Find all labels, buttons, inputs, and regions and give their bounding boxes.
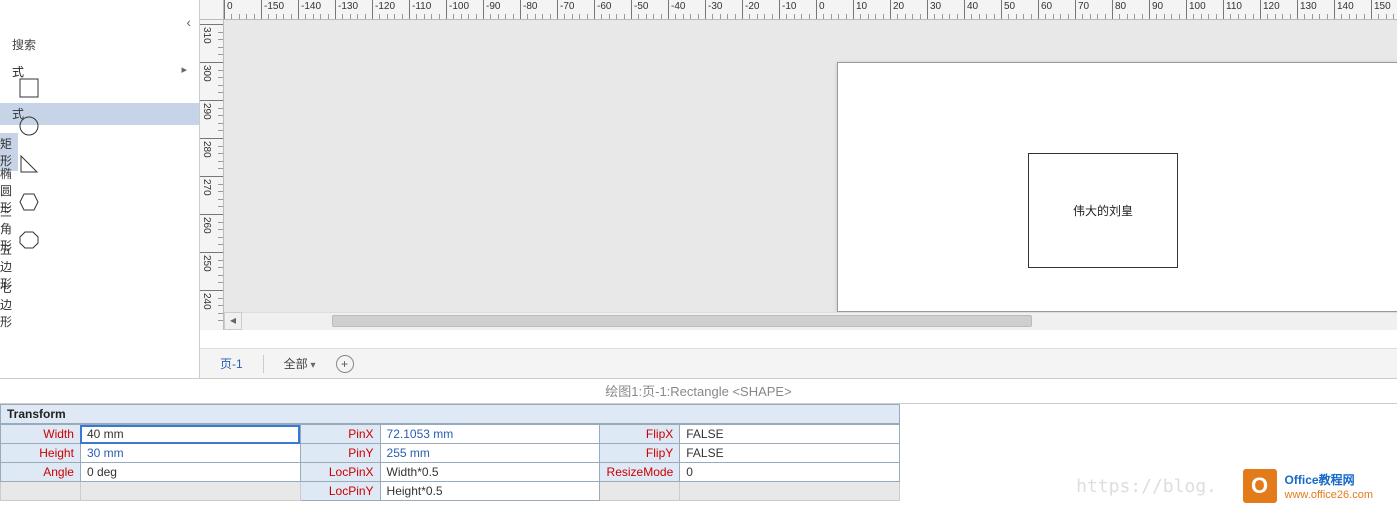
shape-rectangle-instance[interactable]: 伟大的刘皇	[1028, 153, 1178, 268]
vertical-ruler[interactable]: 310300290280270260250240	[200, 20, 224, 330]
label-resizemode: ResizeMode	[600, 463, 680, 482]
cell-flipx[interactable]: FALSE	[680, 425, 900, 444]
watermark-logo: O Office教程网 www.office26.com	[1243, 469, 1373, 503]
logo-url: www.office26.com	[1285, 489, 1373, 501]
shape-heptagon[interactable]: 七边形	[0, 285, 18, 323]
logo-title: Office教程网	[1285, 471, 1373, 489]
empty-cell	[80, 482, 300, 501]
ruler-corner	[200, 0, 224, 20]
transform-table: Width 40 mm PinX 72.1053 mm FlipX FALSE …	[0, 424, 900, 501]
drawing-canvas[interactable]: 伟大的刘皇 ◂	[224, 20, 1397, 330]
empty-cell	[600, 482, 680, 501]
transform-header[interactable]: Transform	[0, 404, 900, 424]
cell-angle[interactable]: 0 deg	[80, 463, 300, 482]
label-flipx: FlipX	[600, 425, 680, 444]
horizontal-scrollbar[interactable]	[242, 312, 1397, 330]
cell-pinx[interactable]: 72.1053 mm	[380, 425, 600, 444]
shapes-panel: ‹ 搜索 式▸ 式 矩形 正方形 椭圆形 圆形 三角形	[0, 0, 200, 378]
horizontal-ruler[interactable]: 0-150-140-130-120-110-100-90-80-70-60-50…	[224, 0, 1397, 20]
cell-height[interactable]: 30 mm	[80, 444, 300, 463]
watermark-url: https://blog.	[1076, 476, 1217, 497]
chevron-right-icon: ▸	[181, 63, 187, 76]
cell-resizemode[interactable]: 0	[680, 463, 900, 482]
drawing-page[interactable]: 伟大的刘皇	[837, 62, 1397, 312]
page-tab-bar: 页-1 全部 +	[200, 348, 1397, 378]
search-label[interactable]: 搜索	[0, 0, 199, 61]
logo-icon: O	[1243, 469, 1277, 503]
label-angle: Angle	[1, 463, 81, 482]
cell-flipy[interactable]: FALSE	[680, 444, 900, 463]
label-locpiny: LocPinY	[300, 482, 380, 501]
scroll-left-button[interactable]: ◂	[224, 312, 242, 330]
add-page-button[interactable]: +	[336, 355, 354, 373]
tab-separator	[263, 355, 264, 373]
shapesheet-title: 绘图1:页-1:Rectangle <SHAPE>	[0, 378, 1397, 404]
label-piny: PinY	[300, 444, 380, 463]
shape-text: 伟大的刘皇	[1073, 202, 1133, 219]
cell-piny[interactable]: 255 mm	[380, 444, 600, 463]
tab-all-dropdown[interactable]: 全部	[284, 355, 316, 372]
tab-page-1[interactable]: 页-1	[220, 355, 243, 372]
label-width: Width	[1, 425, 81, 444]
label-height: Height	[1, 444, 81, 463]
empty-cell	[680, 482, 900, 501]
cell-width[interactable]: 40 mm	[80, 425, 300, 444]
cell-locpinx[interactable]: Width*0.5	[380, 463, 600, 482]
collapse-panel-button[interactable]: ‹	[186, 14, 191, 30]
empty-cell	[1, 482, 81, 501]
label-locpinx: LocPinX	[300, 463, 380, 482]
cell-locpiny[interactable]: Height*0.5	[380, 482, 600, 501]
label-pinx: PinX	[300, 425, 380, 444]
scrollbar-thumb[interactable]	[332, 315, 1032, 327]
label-flipy: FlipY	[600, 444, 680, 463]
